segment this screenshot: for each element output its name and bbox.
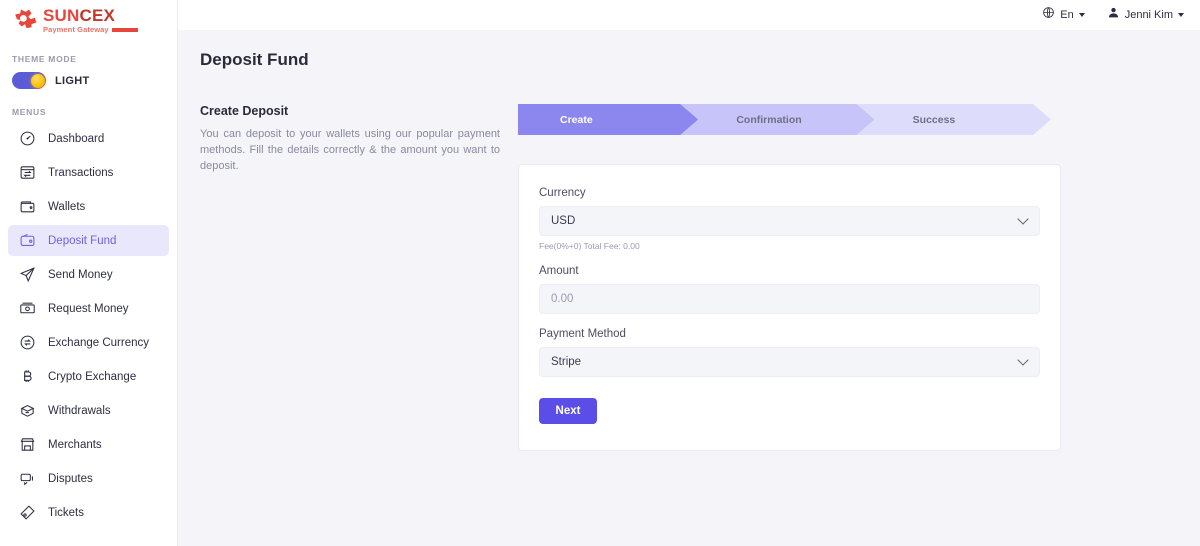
sidebar-item-label: Tickets	[48, 506, 84, 519]
globe-icon	[1042, 6, 1055, 24]
payment-method-label: Payment Method	[539, 328, 626, 340]
caret-down-icon	[1078, 13, 1085, 17]
suncex-gear-logo-icon	[12, 7, 38, 33]
currency-select[interactable]: USD	[539, 206, 1040, 236]
user-name-label: Jenni Kim	[1124, 9, 1173, 21]
page-title: Deposit Fund	[200, 50, 309, 69]
intro-column: Create Deposit You can deposit to your w…	[200, 104, 518, 175]
chat-bubbles-icon	[18, 469, 37, 488]
sidebar-item-request-money[interactable]: Request Money	[8, 293, 169, 324]
speedometer-icon	[18, 129, 37, 148]
main-area: En Jenni Kim Deposit Fund Create Deposit…	[178, 0, 1200, 546]
sidebar-item-label: Send Money	[48, 268, 113, 281]
brand-accent-bar	[111, 27, 138, 32]
theme-mode-label: LIGHT	[55, 74, 90, 87]
brand-logo[interactable]: SUNCEX Payment Gateway	[0, 3, 177, 37]
theme-section-label: THEME MODE	[12, 54, 77, 64]
menus-section-label: MENUS	[12, 107, 47, 117]
wallet-icon	[18, 197, 37, 216]
step-create[interactable]: Create	[518, 104, 698, 135]
amount-placeholder: 0.00	[551, 293, 574, 305]
user-menu[interactable]: Jenni Kim	[1107, 6, 1184, 24]
step-confirmation[interactable]: Confirmation	[680, 104, 874, 135]
language-label: En	[1060, 9, 1074, 21]
amount-input[interactable]: 0.00	[539, 284, 1040, 314]
theme-mode-toggle[interactable]: LIGHT	[0, 72, 177, 89]
exchange-arrows-icon	[18, 333, 37, 352]
sidebar-menu: Dashboard Transactions Wallets Deposit F…	[0, 123, 177, 528]
page-content: Deposit Fund Create Deposit You can depo…	[178, 30, 1200, 546]
deposit-form-card: Currency USD Fee(0%+0) Total Fee: 0.00 A…	[518, 164, 1061, 451]
topbar: En Jenni Kim	[178, 0, 1200, 30]
payment-method-select[interactable]: Stripe	[539, 347, 1040, 377]
sidebar-item-merchants[interactable]: Merchants	[8, 429, 169, 460]
sidebar-item-deposit-fund[interactable]: Deposit Fund	[8, 225, 169, 256]
next-button[interactable]: Next	[539, 398, 597, 424]
sidebar: SUNCEX Payment Gateway THEME MODE LIGHT …	[0, 0, 178, 546]
sidebar-item-label: Wallets	[48, 200, 86, 213]
amount-label: Amount	[539, 265, 579, 277]
chevron-down-icon	[1017, 354, 1029, 366]
intro-heading: Create Deposit	[200, 104, 289, 118]
bitcoin-icon	[18, 367, 37, 386]
sidebar-item-label: Crypto Exchange	[48, 370, 137, 383]
brand-name: SUNCEX	[43, 5, 116, 25]
caret-down-icon	[1178, 13, 1184, 17]
sidebar-item-withdrawals[interactable]: Withdrawals	[8, 395, 169, 426]
sidebar-item-crypto-exchange[interactable]: Crypto Exchange	[8, 361, 169, 392]
sidebar-item-tickets[interactable]: Tickets	[8, 497, 169, 528]
language-selector[interactable]: En	[1042, 6, 1085, 24]
sidebar-item-label: Transactions	[48, 166, 114, 179]
sidebar-item-label: Request Money	[48, 302, 129, 315]
user-avatar-icon	[1107, 6, 1120, 24]
content-columns: Create Deposit You can deposit to your w…	[200, 104, 1172, 451]
sidebar-item-label: Deposit Fund	[48, 234, 117, 247]
ticket-icon	[18, 503, 37, 522]
payment-method-selected-value: Stripe	[551, 356, 582, 368]
chevron-down-icon	[1017, 213, 1029, 225]
form-column: Create Confirmation Success Currency USD…	[518, 104, 1063, 451]
brand-tagline: Payment Gateway	[43, 24, 109, 34]
money-request-icon	[18, 299, 37, 318]
sidebar-item-label: Exchange Currency	[48, 336, 149, 349]
sidebar-item-send-money[interactable]: Send Money	[8, 259, 169, 290]
sidebar-item-transactions[interactable]: Transactions	[8, 157, 169, 188]
store-icon	[18, 435, 37, 454]
fee-note: Fee(0%+0) Total Fee: 0.00	[539, 241, 640, 251]
sidebar-item-dashboard[interactable]: Dashboard	[8, 123, 169, 154]
intro-description: You can deposit to your wallets using ou…	[200, 128, 500, 172]
sidebar-item-label: Dashboard	[48, 132, 105, 145]
currency-selected-value: USD	[551, 215, 576, 227]
currency-label: Currency	[539, 187, 586, 199]
sidebar-item-label: Withdrawals	[48, 404, 111, 417]
sidebar-item-label: Disputes	[48, 472, 93, 485]
sidebar-item-label: Merchants	[48, 438, 102, 451]
wallet-coin-icon	[18, 231, 37, 250]
sun-toggle-icon[interactable]	[12, 72, 46, 89]
app-root: SUNCEX Payment Gateway THEME MODE LIGHT …	[0, 0, 1200, 546]
transaction-window-icon	[18, 163, 37, 182]
step-success[interactable]: Success	[857, 104, 1051, 135]
sidebar-item-disputes[interactable]: Disputes	[8, 463, 169, 494]
paper-plane-icon	[18, 265, 37, 284]
withdraw-box-icon	[18, 401, 37, 420]
progress-stepper: Create Confirmation Success	[518, 104, 1051, 135]
sidebar-item-exchange-currency[interactable]: Exchange Currency	[8, 327, 169, 358]
sidebar-item-wallets[interactable]: Wallets	[8, 191, 169, 222]
